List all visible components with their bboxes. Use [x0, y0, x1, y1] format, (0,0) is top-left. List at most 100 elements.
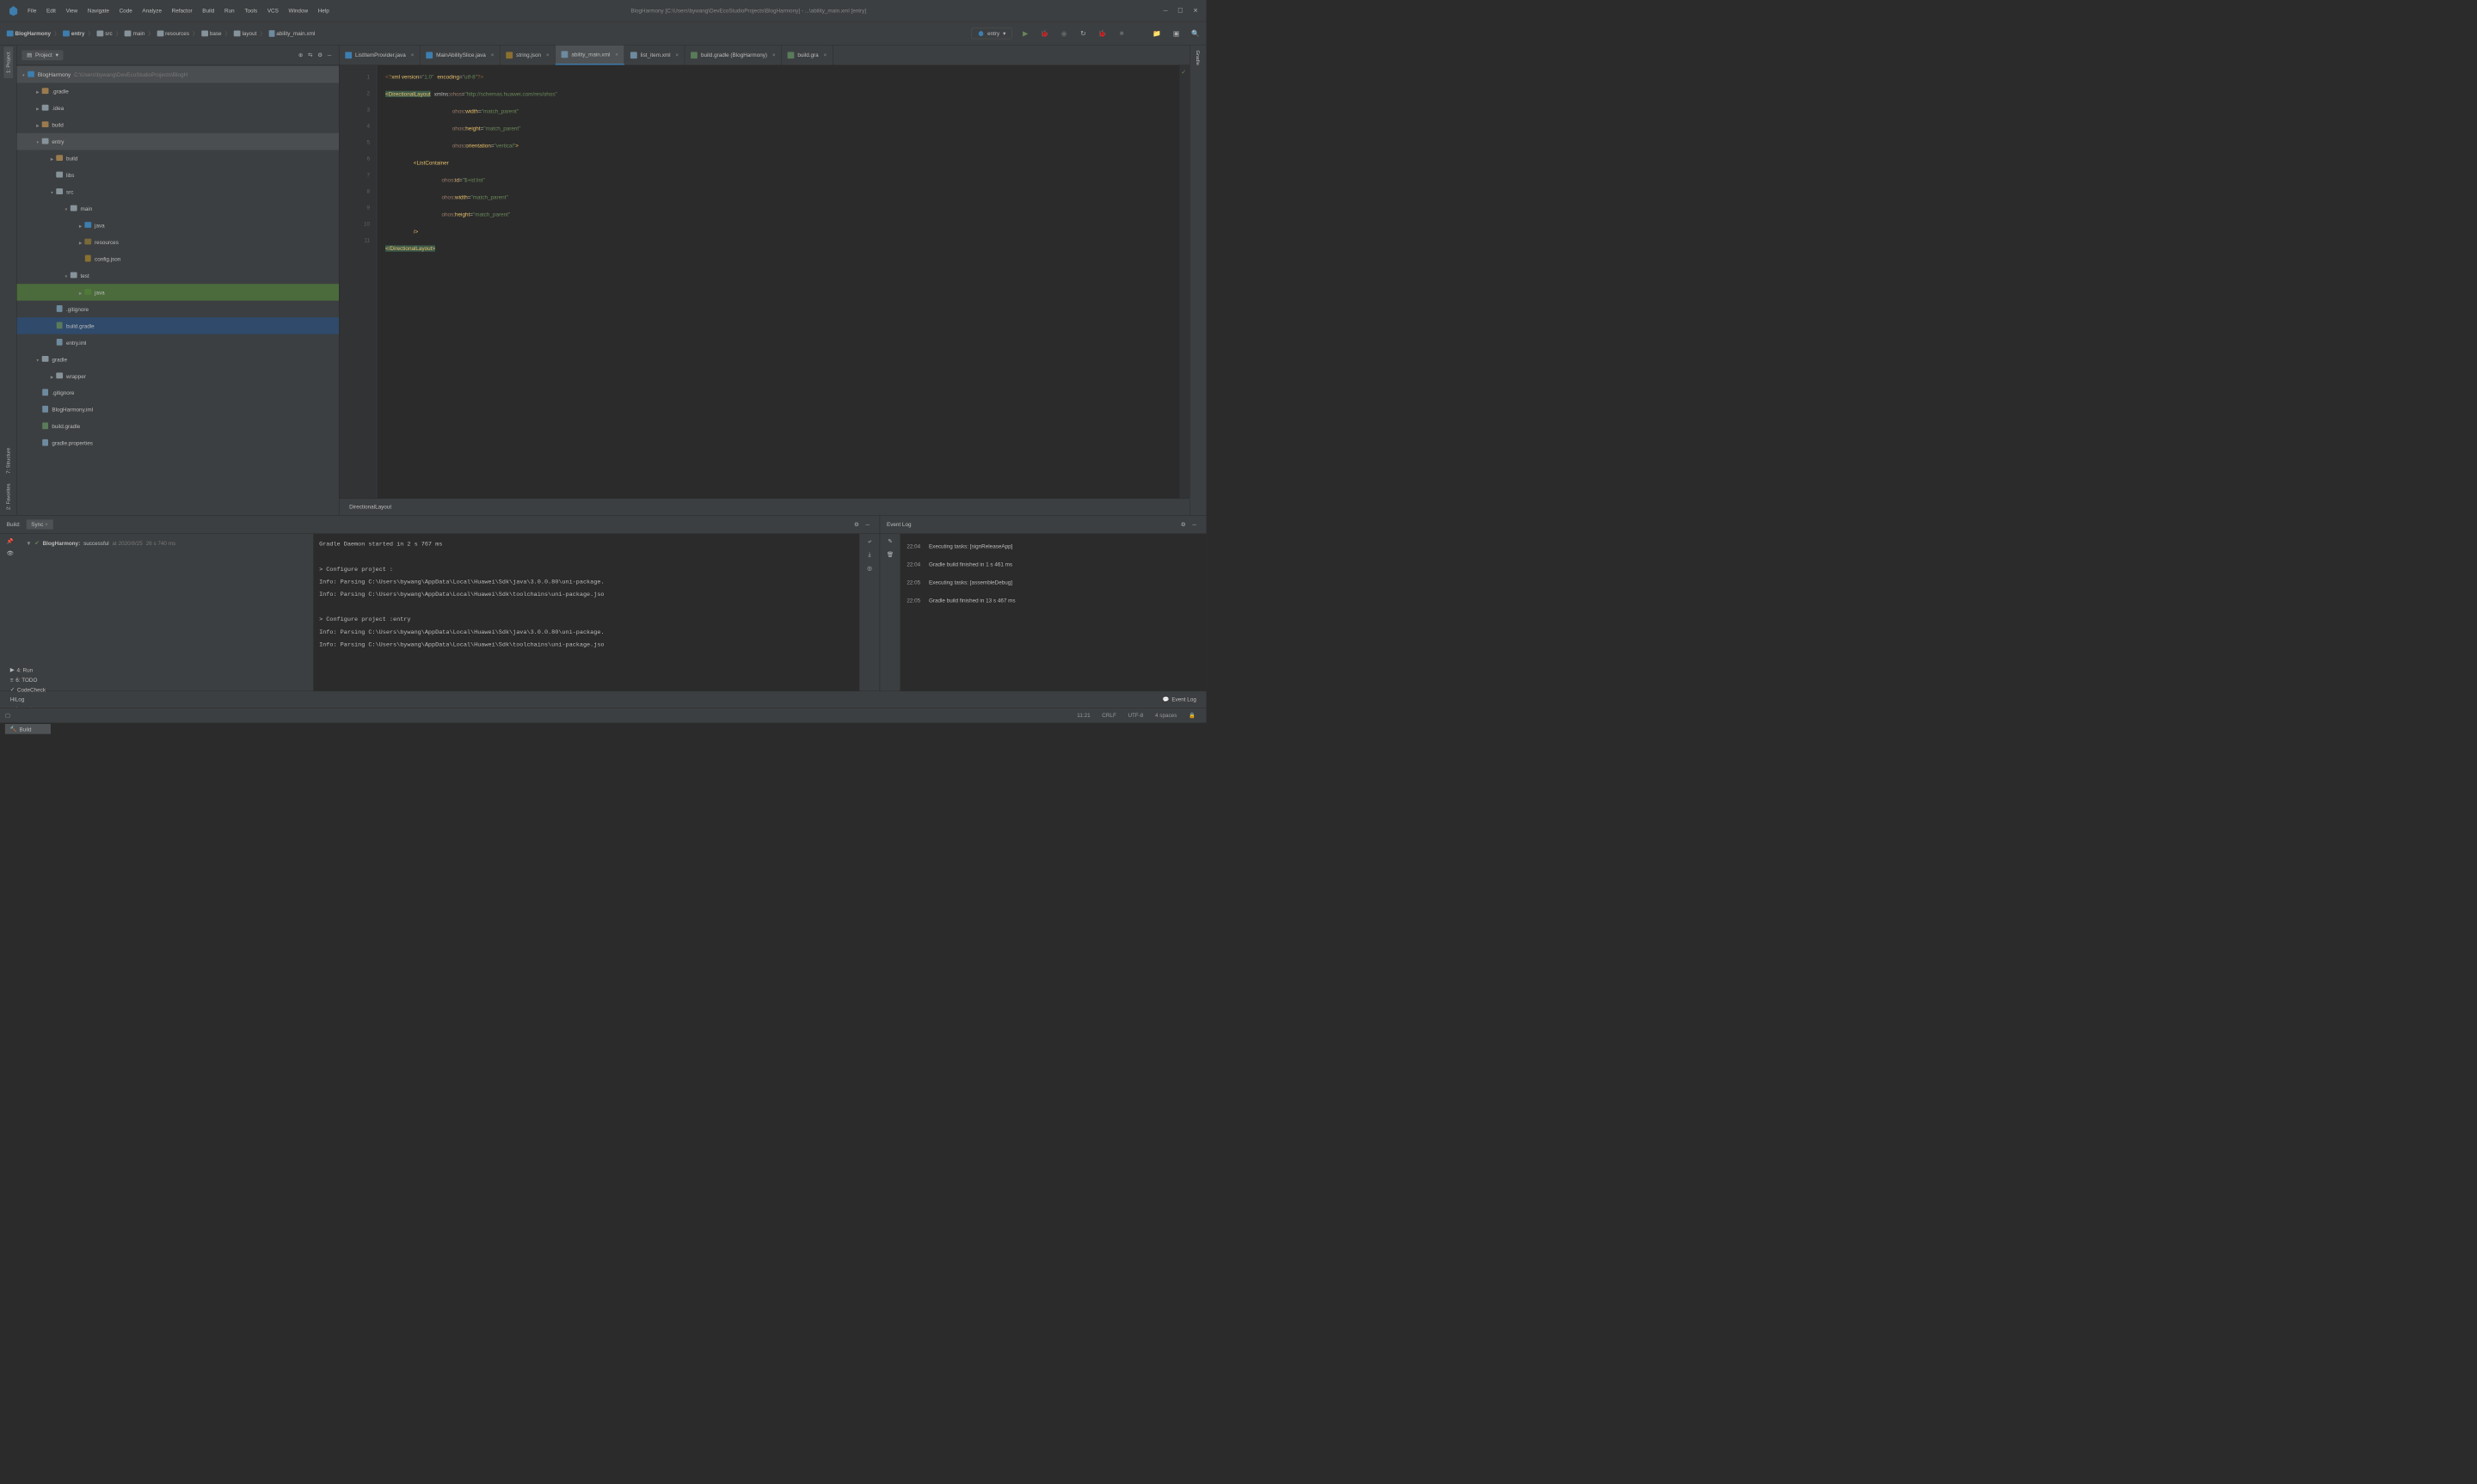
status-eol[interactable]: CRLF: [1102, 712, 1116, 718]
tree-item[interactable]: entry: [16, 133, 339, 150]
breadcrumb-item[interactable]: ability_main.xml: [267, 29, 317, 38]
status-encoding[interactable]: UTF-8: [1128, 712, 1143, 718]
tree-item[interactable]: config.json: [16, 250, 339, 267]
tree-item[interactable]: build.gradle: [16, 317, 339, 334]
tree-item[interactable]: build.gradle: [16, 418, 339, 434]
event-list[interactable]: 22:04Executing tasks: [signReleaseApp] 22…: [900, 534, 1207, 691]
status-indent[interactable]: 4 spaces: [1155, 712, 1177, 718]
breadcrumb-item[interactable]: base: [200, 29, 223, 37]
breadcrumb-item[interactable]: resources: [155, 29, 190, 37]
trash-icon[interactable]: 🗑: [887, 551, 894, 558]
menu-help[interactable]: Help: [314, 6, 334, 15]
bottom-tab[interactable]: HiLog: [5, 695, 51, 704]
event-row[interactable]: 22:05Executing tasks: [assembleDebug]: [907, 573, 1199, 592]
editor-tab[interactable]: build.gradle (BlogHarmony)×: [685, 46, 781, 65]
editor-breadcrumb[interactable]: DirectionalLayout: [339, 499, 1189, 515]
menu-code[interactable]: Code: [115, 6, 137, 15]
breadcrumb-item[interactable]: main: [123, 29, 146, 37]
left-tab-structure[interactable]: 7: Structure: [3, 443, 13, 479]
pin-icon[interactable]: 📌: [7, 538, 14, 545]
breadcrumb-item[interactable]: src: [95, 29, 114, 37]
menu-analyze[interactable]: Analyze: [138, 6, 166, 15]
panel-hide-button[interactable]: ─: [866, 521, 870, 527]
close-icon[interactable]: ×: [772, 52, 776, 58]
event-log-tab[interactable]: 💬Event Log: [1158, 695, 1202, 705]
sync-tab[interactable]: Sync ×: [26, 519, 52, 529]
bottom-tab[interactable]: 🔨Build: [5, 724, 51, 734]
editor-tab[interactable]: ability_main.xml×: [556, 46, 624, 65]
project-view-selector[interactable]: ▤ Project ▾: [22, 50, 63, 60]
hide-button[interactable]: ─: [328, 52, 331, 58]
menu-edit[interactable]: Edit: [42, 6, 60, 15]
coverage-button[interactable]: ◉: [1058, 28, 1070, 40]
breadcrumb-item[interactable]: BlogHarmony: [5, 29, 52, 37]
editor-tab[interactable]: list_item.xml×: [624, 46, 685, 65]
tree-item[interactable]: libs: [16, 167, 339, 183]
tree-item[interactable]: resources: [16, 234, 339, 250]
run-config-selector[interactable]: entry▾: [971, 28, 1011, 39]
locate-button[interactable]: ⊕: [298, 52, 303, 58]
breadcrumb-item[interactable]: entry: [61, 29, 86, 37]
menu-run[interactable]: Run: [220, 6, 238, 15]
eye-icon[interactable]: 👁: [7, 549, 14, 556]
tree-item[interactable]: BlogHarmonyC:\Users\bywang\DevEcoStudioP…: [16, 66, 339, 83]
bottom-tab[interactable]: ▶4: Run: [5, 665, 51, 675]
minimize-button[interactable]: ─: [1164, 7, 1168, 14]
stop-button[interactable]: ■: [1116, 28, 1128, 40]
run-button[interactable]: ▶: [1019, 28, 1031, 40]
close-icon[interactable]: ×: [411, 52, 415, 58]
tree-item[interactable]: gradle.properties: [16, 435, 339, 451]
edit-icon[interactable]: ✎: [888, 538, 892, 545]
tree-item[interactable]: java: [16, 217, 339, 233]
menu-vcs[interactable]: VCS: [263, 6, 283, 15]
tree-item[interactable]: BlogHarmony.iml: [16, 402, 339, 418]
tree-item[interactable]: build: [16, 116, 339, 132]
menu-window[interactable]: Window: [285, 6, 312, 15]
tree-item[interactable]: .gitignore: [16, 301, 339, 317]
tree-item[interactable]: gradle: [16, 351, 339, 367]
close-button[interactable]: ✕: [1193, 7, 1198, 14]
panel-settings-button[interactable]: ⚙: [1181, 521, 1186, 528]
bottom-tab[interactable]: ≡6: TODO: [5, 675, 51, 684]
event-row[interactable]: 22:05Gradle build finished in 13 s 467 m…: [907, 592, 1199, 610]
tree-item[interactable]: .gitignore: [16, 384, 339, 401]
close-icon[interactable]: ×: [823, 52, 827, 58]
build-output[interactable]: Gradle Daemon started in 2 s 767 ms > Co…: [313, 534, 859, 691]
soft-wrap-icon[interactable]: ⤶: [868, 538, 871, 545]
target-icon[interactable]: ◎: [867, 565, 872, 572]
editor-tab[interactable]: string.json×: [501, 46, 556, 65]
tree-item[interactable]: wrapper: [16, 368, 339, 384]
tree-item[interactable]: .idea: [16, 100, 339, 116]
tree-item[interactable]: test: [16, 267, 339, 284]
settings-button[interactable]: ⚙: [317, 52, 323, 58]
panel-hide-button[interactable]: ─: [1192, 521, 1195, 527]
close-icon[interactable]: ×: [546, 52, 550, 58]
profile-button[interactable]: ↻: [1078, 28, 1090, 40]
menu-view[interactable]: View: [62, 6, 82, 15]
menu-build[interactable]: Build: [198, 6, 218, 15]
debug-button[interactable]: 🐞: [1039, 28, 1051, 40]
tree-item[interactable]: entry.iml: [16, 334, 339, 351]
status-lock-icon[interactable]: 🔒: [1189, 712, 1195, 719]
tree-item[interactable]: .gradle: [16, 83, 339, 99]
menu-tools[interactable]: Tools: [240, 6, 261, 15]
scroll-icon[interactable]: ⤓: [869, 551, 871, 558]
expand-button[interactable]: ⇆: [308, 52, 312, 58]
tree-item[interactable]: src: [16, 183, 339, 199]
event-row[interactable]: 22:04Executing tasks: [signReleaseApp]: [907, 537, 1199, 555]
tree-item[interactable]: build: [16, 150, 339, 166]
status-icon[interactable]: ▢: [5, 712, 10, 719]
left-tab-favorites[interactable]: 2: Favorites: [3, 479, 13, 515]
left-tab-project[interactable]: 1: Project: [3, 47, 13, 78]
code-editor[interactable]: <?xml version="1.0" encoding="utf-8"?> <…: [377, 65, 1179, 499]
project-tree[interactable]: BlogHarmonyC:\Users\bywang\DevEcoStudioP…: [16, 65, 339, 515]
search-button[interactable]: 🔍: [1189, 28, 1202, 40]
bottom-tab[interactable]: ✓CodeCheck: [5, 684, 51, 695]
breadcrumb-item[interactable]: layout: [232, 29, 259, 37]
menu-navigate[interactable]: Navigate: [83, 6, 114, 15]
tree-item[interactable]: main: [16, 200, 339, 217]
menu-file[interactable]: File: [23, 6, 40, 15]
maximize-button[interactable]: ☐: [1177, 7, 1183, 14]
right-tab-gradle[interactable]: Gradle: [1194, 46, 1203, 71]
editor-tab[interactable]: ListItemProvider.java×: [339, 46, 420, 65]
